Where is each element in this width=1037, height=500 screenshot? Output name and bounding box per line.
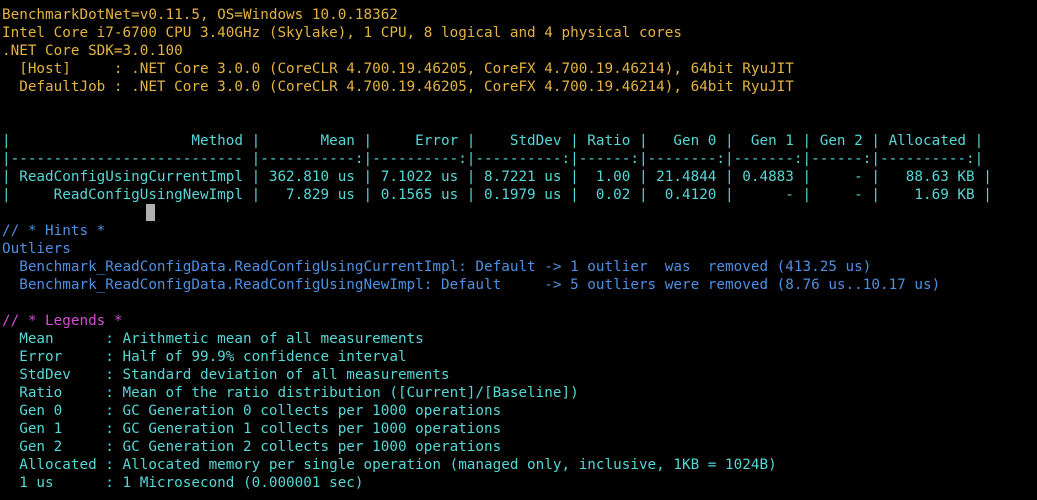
- env-sdk-version: .NET Core SDK=3.0.100: [2, 43, 183, 59]
- env-host-runtime: [Host] : .NET Core 3.0.0 (CoreCLR 4.700.…: [2, 61, 794, 77]
- legends-title: // * Legends *: [2, 313, 123, 329]
- env-cpu-info: Intel Core i7-6700 CPU 3.40GHz (Skylake)…: [2, 25, 682, 41]
- legend-item: StdDev : Standard deviation of all measu…: [2, 367, 450, 383]
- text-cursor: [146, 204, 155, 221]
- results-table-row: | ReadConfigUsingNewImpl | 7.829 us | 0.…: [2, 187, 992, 203]
- legend-item: Gen 1 : GC Generation 1 collects per 100…: [2, 421, 502, 437]
- legend-item: 1 us : 1 Microsecond (0.000001 sec): [2, 475, 364, 491]
- env-defaultjob-runtime: DefaultJob : .NET Core 3.0.0 (CoreCLR 4.…: [2, 79, 794, 95]
- legend-item: Allocated : Allocated memory per single …: [2, 457, 777, 473]
- env-benchmarkdotnet-version: BenchmarkDotNet=v0.11.5, OS=Windows 10.0…: [2, 7, 398, 23]
- legend-item: Mean : Arithmetic mean of all measuremen…: [2, 331, 424, 347]
- hint-item: Benchmark_ReadConfigData.ReadConfigUsing…: [2, 259, 872, 275]
- results-table-row: | ReadConfigUsingCurrentImpl | 362.810 u…: [2, 169, 992, 185]
- legend-item: Gen 2 : GC Generation 2 collects per 100…: [2, 439, 502, 455]
- legend-item: Gen 0 : GC Generation 0 collects per 100…: [2, 403, 502, 419]
- legend-item: Ratio : Mean of the ratio distribution (…: [2, 385, 579, 401]
- terminal-window[interactable]: BenchmarkDotNet=v0.11.5, OS=Windows 10.0…: [2, 6, 1035, 492]
- results-table-header: | Method | Mean | Error | StdDev | Ratio…: [2, 133, 984, 149]
- legend-item: Error : Half of 99.9% confidence interva…: [2, 349, 407, 365]
- hints-subtitle: Outliers: [2, 241, 71, 257]
- results-table-separator: |--------------------------- |----------…: [2, 151, 984, 167]
- hint-item: Benchmark_ReadConfigData.ReadConfigUsing…: [2, 277, 941, 293]
- cursor-line: [2, 204, 1035, 222]
- hints-title: // * Hints *: [2, 223, 106, 239]
